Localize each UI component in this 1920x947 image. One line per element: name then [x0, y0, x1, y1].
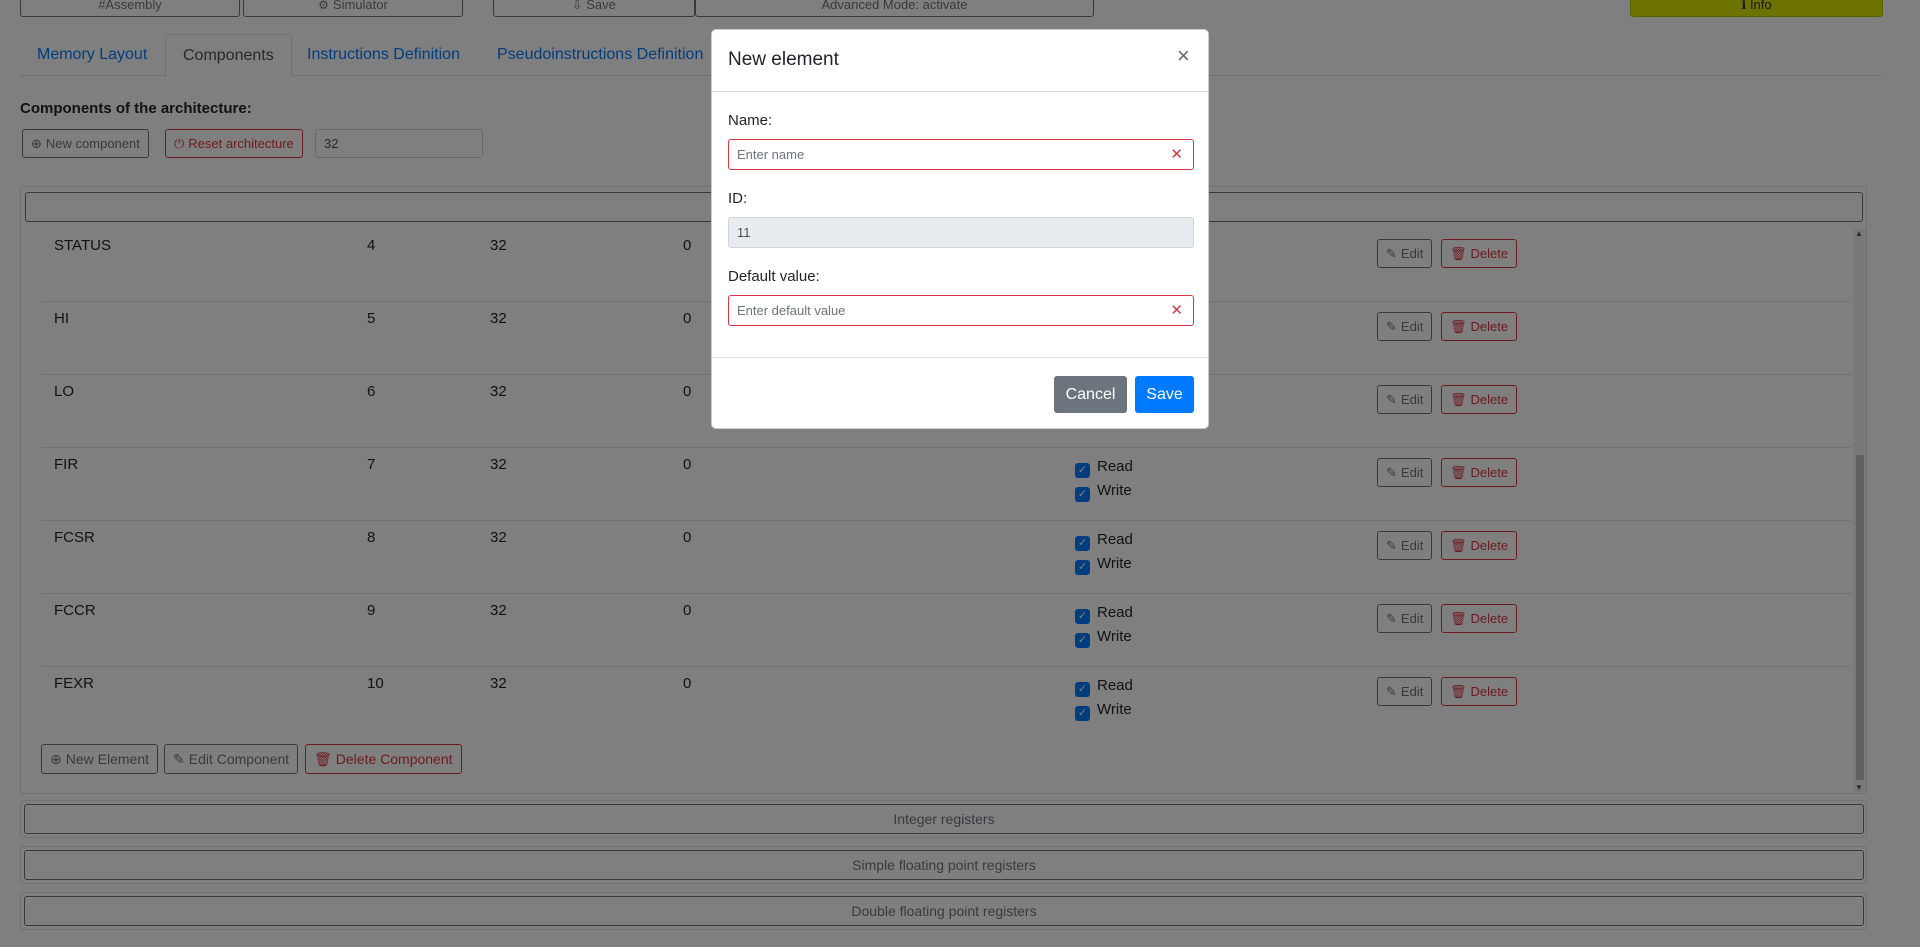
close-icon[interactable]: × — [1177, 45, 1190, 67]
modal-title: New element — [728, 49, 839, 70]
id-label: ID: — [728, 190, 748, 207]
save-button[interactable]: Save — [1135, 376, 1194, 413]
name-placeholder: Enter name — [737, 147, 805, 162]
name-label: Name: — [728, 112, 773, 129]
id-input: 11 — [728, 217, 1194, 248]
error-x-icon: ✕ — [1170, 146, 1183, 163]
modal-header: New element × — [712, 30, 1208, 92]
error-x-icon: ✕ — [1170, 302, 1183, 319]
id-value: 11 — [737, 225, 751, 240]
name-input[interactable]: Enter name ✕ — [728, 139, 1194, 170]
default-value-input[interactable]: Enter default value ✕ — [728, 295, 1194, 326]
default-value-placeholder: Enter default value — [737, 303, 846, 318]
cancel-button[interactable]: Cancel — [1054, 376, 1127, 413]
modal-footer — [712, 357, 1208, 358]
new-element-modal: New element × Name: Enter name ✕ ID: 11 … — [711, 29, 1209, 429]
default-value-label: Default value: — [728, 268, 820, 285]
